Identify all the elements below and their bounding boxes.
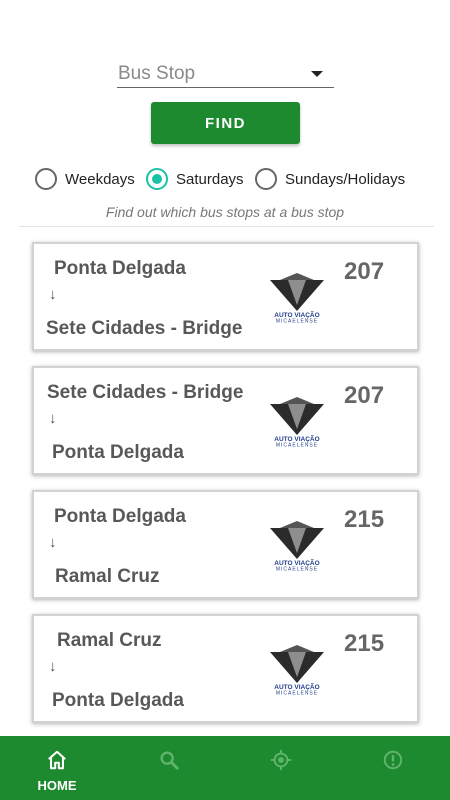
- route-origin: Ponta Delgada: [54, 258, 186, 279]
- arrow-down-icon: ↓: [49, 658, 57, 675]
- operator-logo: AUTO VIAÇÃO MICAELENSE: [270, 645, 324, 696]
- nav-info[interactable]: [348, 736, 438, 800]
- radio-circle-checked-icon: [146, 168, 168, 190]
- nav-location[interactable]: [236, 736, 326, 800]
- operator-logo: AUTO VIAÇÃO MICAELENSE: [270, 273, 324, 324]
- route-destination: Ponta Delgada: [52, 442, 184, 463]
- arrow-down-icon: ↓: [49, 286, 57, 303]
- bus-stop-select-placeholder: Bus Stop: [118, 63, 196, 84]
- divider: [19, 226, 434, 227]
- route-destination: Ramal Cruz: [55, 566, 160, 587]
- svg-text:MICAELENSE: MICAELENSE: [276, 319, 318, 324]
- arrow-down-icon: ↓: [49, 534, 57, 551]
- svg-text:MICAELENSE: MICAELENSE: [276, 443, 318, 448]
- bottom-navigation: HOME: [0, 736, 450, 800]
- arrow-down-icon: ↓: [49, 410, 57, 427]
- route-card[interactable]: Ramal Cruz ↓ Ponta Delgada AUTO VIAÇÃO M…: [32, 614, 419, 723]
- route-origin: Ponta Delgada: [54, 506, 186, 527]
- route-origin: Sete Cidades - Bridge: [47, 382, 244, 403]
- route-card[interactable]: Ponta Delgada ↓ Sete Cidades - Bridge AU…: [32, 242, 419, 351]
- route-number: 215: [344, 630, 385, 657]
- radio-weekdays[interactable]: Weekdays: [35, 168, 135, 190]
- route-number: 215: [344, 506, 385, 533]
- radio-sundays-holidays[interactable]: Sundays/Holidays: [255, 168, 405, 190]
- search-icon: [160, 751, 179, 770]
- route-destination: Sete Cidades - Bridge: [46, 318, 243, 339]
- route-card[interactable]: Sete Cidades - Bridge ↓ Ponta Delgada AU…: [32, 366, 419, 475]
- route-number: 207: [344, 258, 385, 285]
- hint-text: Find out which bus stops at a bus stop: [105, 204, 345, 220]
- radio-circle-icon: [255, 168, 277, 190]
- day-filter-group: Weekdays Saturdays Sundays/Holidays: [0, 168, 450, 194]
- info-icon: [383, 750, 403, 770]
- operator-logo: AUTO VIAÇÃO MICAELENSE: [270, 521, 324, 572]
- route-origin: Ramal Cruz: [57, 630, 162, 651]
- dropdown-caret-icon: [311, 71, 323, 77]
- find-button[interactable]: FIND: [151, 102, 300, 144]
- svg-text:MICAELENSE: MICAELENSE: [276, 567, 318, 572]
- route-destination: Ponta Delgada: [52, 690, 184, 711]
- radio-label: Saturdays: [176, 170, 244, 188]
- operator-logo: AUTO VIAÇÃO MICAELENSE: [270, 397, 324, 448]
- route-number: 207: [344, 382, 385, 409]
- radio-label: Weekdays: [65, 170, 135, 188]
- bus-stop-select[interactable]: Bus Stop: [117, 58, 334, 88]
- route-card[interactable]: Ponta Delgada ↓ Ramal Cruz AUTO VIAÇÃO M…: [32, 490, 419, 599]
- radio-label: Sundays/Holidays: [285, 170, 406, 188]
- location-icon: [270, 749, 292, 771]
- radio-saturdays[interactable]: Saturdays: [146, 168, 244, 190]
- home-icon: [48, 750, 66, 770]
- nav-home[interactable]: HOME: [12, 736, 102, 800]
- nav-search[interactable]: [124, 736, 214, 800]
- radio-circle-icon: [35, 168, 57, 190]
- nav-home-label: HOME: [37, 778, 77, 793]
- svg-text:MICAELENSE: MICAELENSE: [276, 691, 318, 696]
